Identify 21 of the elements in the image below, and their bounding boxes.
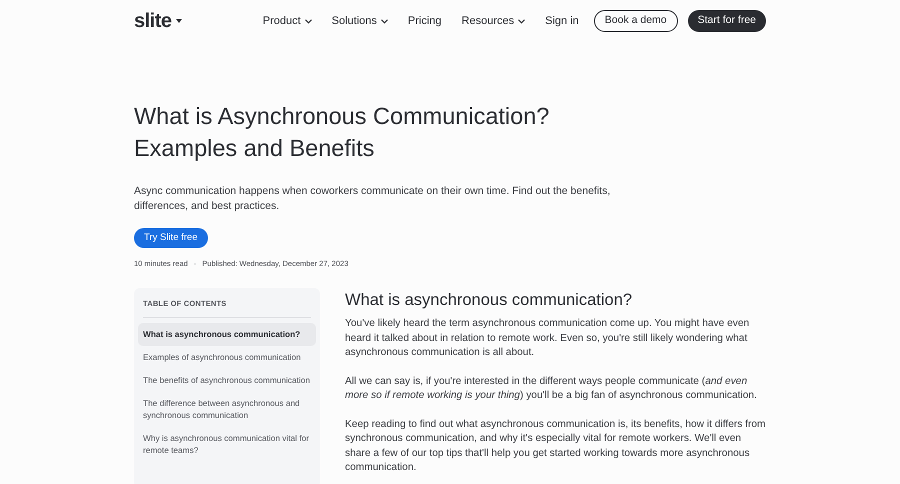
paragraph: Keep reading to find out what asynchronous communication is, its benefits, how it differs from synchronous communication, and why it's especially vital for remote workers. We'll even share a few of our top tips that'll help you get started working towards more asynchronous communication.: [345, 418, 766, 476]
nav-link[interactable]: Resources: [462, 12, 526, 30]
start-free-button[interactable]: Start for free: [688, 10, 766, 32]
toc-item[interactable]: The benefits of asynchronous communication: [138, 368, 316, 392]
toc-item[interactable]: Why is asynchronous communication vital for remote teams?: [138, 426, 316, 462]
section-heading: What is asynchronous communication?: [345, 290, 634, 312]
nav-link[interactable]: Solutions: [332, 12, 388, 30]
subtitle: Async communication happens when coworkers communicate on their own time. Find out the benefits, differences, and best practices.: [134, 184, 612, 214]
paragraph: All we can say is, if you're interested in the different ways people communicate (and even more so if remote working is your thing) you'll be a big fan of asynchronous communication.: [345, 374, 758, 404]
book-demo-button[interactable]: Book a demo: [594, 10, 678, 32]
nav-link[interactable]: Sign in: [545, 12, 579, 30]
paragraph: You've likely heard the term asynchronous communication come up. You might have even heard it talked about in relation to remote work. Even so, you're still likely wondering what asynchronous communication is all about.: [345, 317, 750, 360]
nav-link[interactable]: Product: [262, 12, 312, 30]
caret-icon: [176, 19, 182, 23]
toc-item[interactable]: Examples of asynchronous communication: [138, 346, 316, 368]
toc-item[interactable]: What is asynchronous communication?: [138, 322, 316, 346]
page-title: What is Asynchronous Communication? Examples and Benefits: [134, 102, 550, 163]
nav-link[interactable]: Pricing: [408, 12, 442, 30]
toc-item[interactable]: The difference between asynchronous and synchronous communication: [138, 392, 316, 426]
try-free-button[interactable]: Try Slite free: [134, 228, 208, 248]
logo[interactable]: slite: [134, 6, 172, 36]
